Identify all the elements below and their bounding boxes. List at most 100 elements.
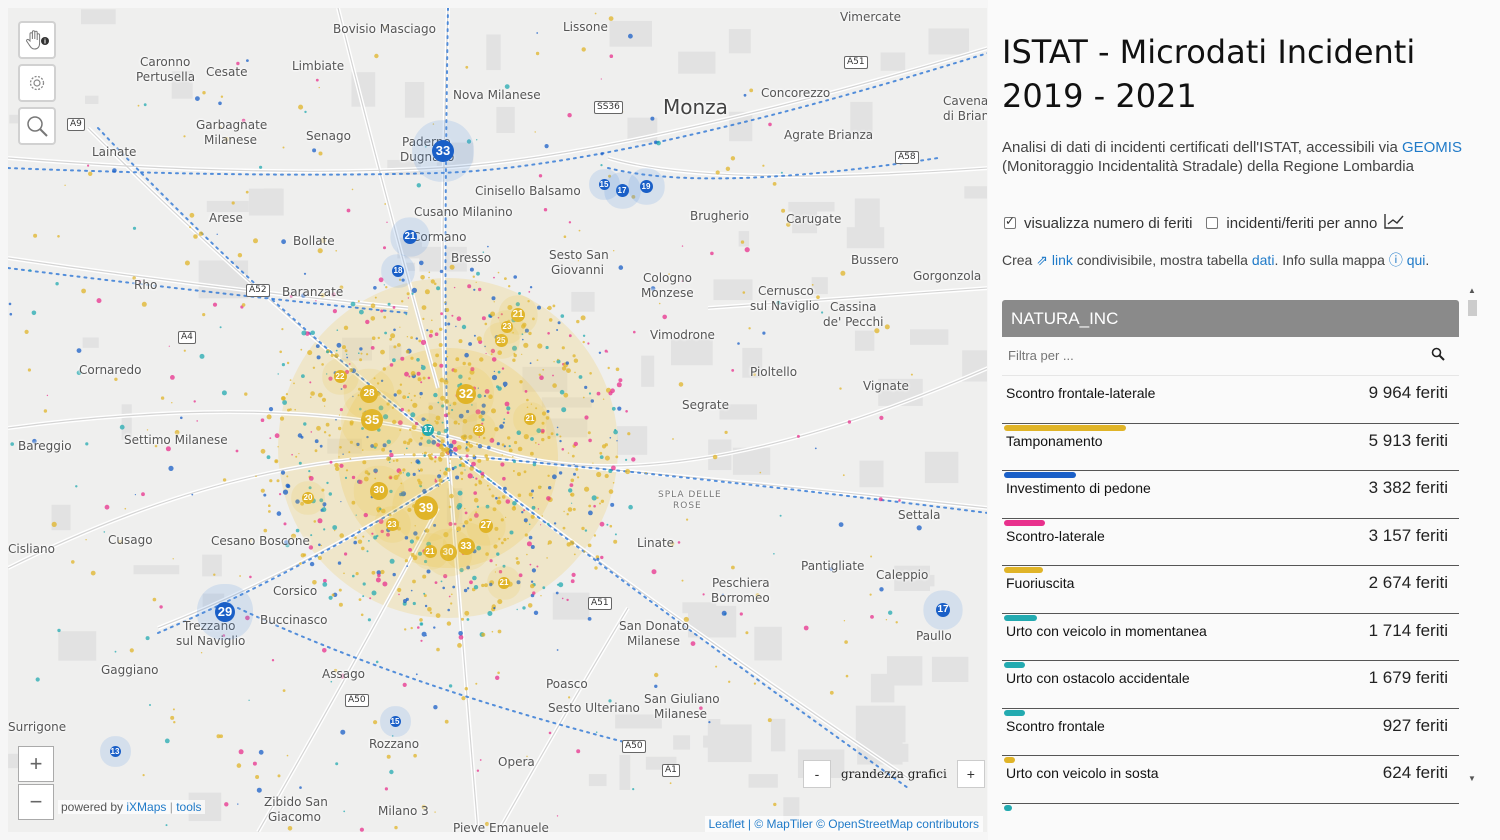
incident-dot	[353, 540, 358, 545]
size-plus-button[interactable]: +	[956, 760, 985, 788]
incident-dot	[473, 491, 478, 495]
gear-icon[interactable]	[18, 64, 56, 102]
incident-dot	[457, 502, 463, 509]
cluster-marker[interactable]: 28	[360, 385, 378, 403]
cluster-marker[interactable]: 32	[456, 384, 476, 404]
search-icon[interactable]	[18, 107, 56, 145]
per-year-label[interactable]: incidenti/feriti per anno	[1226, 215, 1377, 232]
incident-dot	[315, 344, 320, 348]
incident-dot	[443, 532, 449, 538]
cluster-marker[interactable]: 20	[302, 492, 314, 504]
facet-row[interactable]: Urto con ostacolo accidentale 1 679 ferit…	[1002, 661, 1459, 716]
cluster-marker[interactable]: 17	[422, 424, 434, 436]
cluster-marker[interactable]: 21	[511, 308, 525, 322]
info-link[interactable]: qui	[1407, 252, 1426, 268]
cluster-marker[interactable]: 29	[215, 602, 235, 622]
cluster-marker[interactable]: 18	[392, 265, 404, 277]
panel-scrollbar[interactable]: ▲ ▼	[1466, 286, 1478, 786]
facet-row[interactable]: Scontro-laterale 3 157 feriti	[1002, 519, 1459, 573]
incident-dot	[572, 507, 576, 511]
incident-dot	[728, 680, 731, 683]
cluster-marker[interactable]: 30	[370, 482, 388, 500]
cluster-marker[interactable]: 35	[361, 409, 383, 431]
cluster-marker[interactable]: 17	[936, 603, 950, 617]
place-label: Limbiate	[292, 59, 345, 73]
osm-attribution-link[interactable]: © MapTiler © OpenStreetMap contributors	[754, 817, 979, 831]
cluster-marker[interactable]: 21	[524, 413, 536, 425]
data-table-link[interactable]: dati	[1252, 252, 1275, 268]
filter-input[interactable]	[1006, 347, 1390, 364]
show-injured-checkbox[interactable]	[1004, 214, 1016, 229]
incident-dot	[587, 617, 592, 621]
leaflet-link[interactable]: Leaflet |	[709, 817, 755, 831]
chart-icon[interactable]	[1383, 212, 1405, 234]
incident-dot	[9, 312, 13, 316]
cluster-marker[interactable]: 22	[333, 369, 347, 383]
cluster-marker[interactable]: 25	[494, 333, 508, 347]
cluster-marker[interactable]: 13	[109, 745, 121, 757]
zoom-out-button[interactable]: −	[18, 784, 54, 820]
incident-dot	[282, 400, 287, 405]
cluster-marker[interactable]: 33	[432, 140, 454, 162]
scroll-down-icon[interactable]: ▼	[1468, 774, 1476, 783]
map[interactable]: Bovisio Masciago Lissone Vimercate Caronno P…	[8, 8, 987, 832]
tools-link[interactable]: tools	[176, 800, 201, 814]
incident-dot	[433, 705, 438, 710]
cluster-marker[interactable]: 19	[639, 179, 653, 193]
cluster-marker[interactable]: 33	[457, 537, 475, 555]
per-year-checkbox[interactable]	[1206, 217, 1219, 229]
zoom-in-button[interactable]: +	[18, 746, 54, 782]
cluster-marker[interactable]: 23	[385, 517, 399, 531]
incident-dot	[526, 398, 529, 402]
cluster-marker[interactable]: 27	[479, 519, 493, 533]
hand-info-icon[interactable]	[18, 21, 56, 59]
incident-dot	[416, 358, 420, 362]
cluster-marker[interactable]: 21	[498, 577, 510, 589]
cluster-marker[interactable]: 21	[403, 230, 417, 244]
facet-row[interactable]: Investimento di pedone 3 382 feriti	[1002, 471, 1459, 526]
incident-dot	[552, 474, 557, 480]
links-text-3: . Info sulla mappa	[1274, 252, 1389, 268]
incident-dot	[780, 171, 783, 174]
incident-dot	[415, 536, 420, 540]
incident-dot	[517, 446, 523, 452]
incident-dot	[526, 553, 528, 556]
scroll-up-icon[interactable]: ▲	[1468, 286, 1476, 295]
size-minus-button[interactable]: -	[803, 760, 831, 788]
facet-row[interactable]: Fuoriuscita 2 674 feriti	[1002, 566, 1459, 621]
incident-dot	[355, 514, 357, 516]
incident-dot	[172, 708, 175, 711]
cluster-marker[interactable]: 17	[615, 183, 629, 197]
cluster-marker[interactable]: 15	[389, 715, 401, 727]
ixmaps-link[interactable]: iXMaps	[126, 800, 166, 814]
incident-dot	[435, 353, 439, 358]
cluster-marker[interactable]: 23	[501, 321, 513, 333]
incident-dot	[404, 535, 409, 540]
facet-row[interactable]: Tamponamento 5 913 feriti	[1002, 424, 1459, 478]
incident-dot	[322, 502, 327, 507]
show-injured-label[interactable]: visualizza numero di feriti	[1024, 215, 1192, 232]
cluster-marker[interactable]: 23	[473, 424, 485, 436]
cluster-marker[interactable]: 30	[439, 543, 457, 561]
incident-dot	[721, 610, 727, 616]
share-link[interactable]: link	[1052, 252, 1073, 268]
road-shield: A1	[662, 764, 680, 777]
facet-row[interactable]: Scontro frontale-laterale 9 964 feriti	[1002, 376, 1459, 431]
facet-row[interactable]: Scontro frontale 927 feriti	[1002, 709, 1459, 763]
scroll-thumb[interactable]	[1468, 300, 1477, 316]
facet-row[interactable]: Urto con veicolo in sosta 624 feriti	[1002, 756, 1459, 811]
filter-search-icon[interactable]	[1431, 347, 1445, 365]
incident-dot	[354, 536, 357, 539]
cluster-marker[interactable]: 39	[414, 496, 438, 520]
incident-dot	[451, 408, 454, 412]
facet-title[interactable]: NATURA_INC	[1002, 300, 1459, 337]
incident-dot	[87, 164, 90, 167]
cluster-marker[interactable]: 15	[598, 178, 610, 190]
geomis-link[interactable]: GEOMIS	[1402, 139, 1462, 156]
cluster-marker[interactable]: 21	[423, 544, 437, 558]
urban-area	[641, 355, 655, 387]
facet-row[interactable]: Urto con veicolo in momentanea 1 714 feri…	[1002, 614, 1459, 668]
incident-dot	[556, 426, 559, 429]
incident-dot	[469, 466, 475, 471]
incident-dot	[513, 352, 516, 355]
